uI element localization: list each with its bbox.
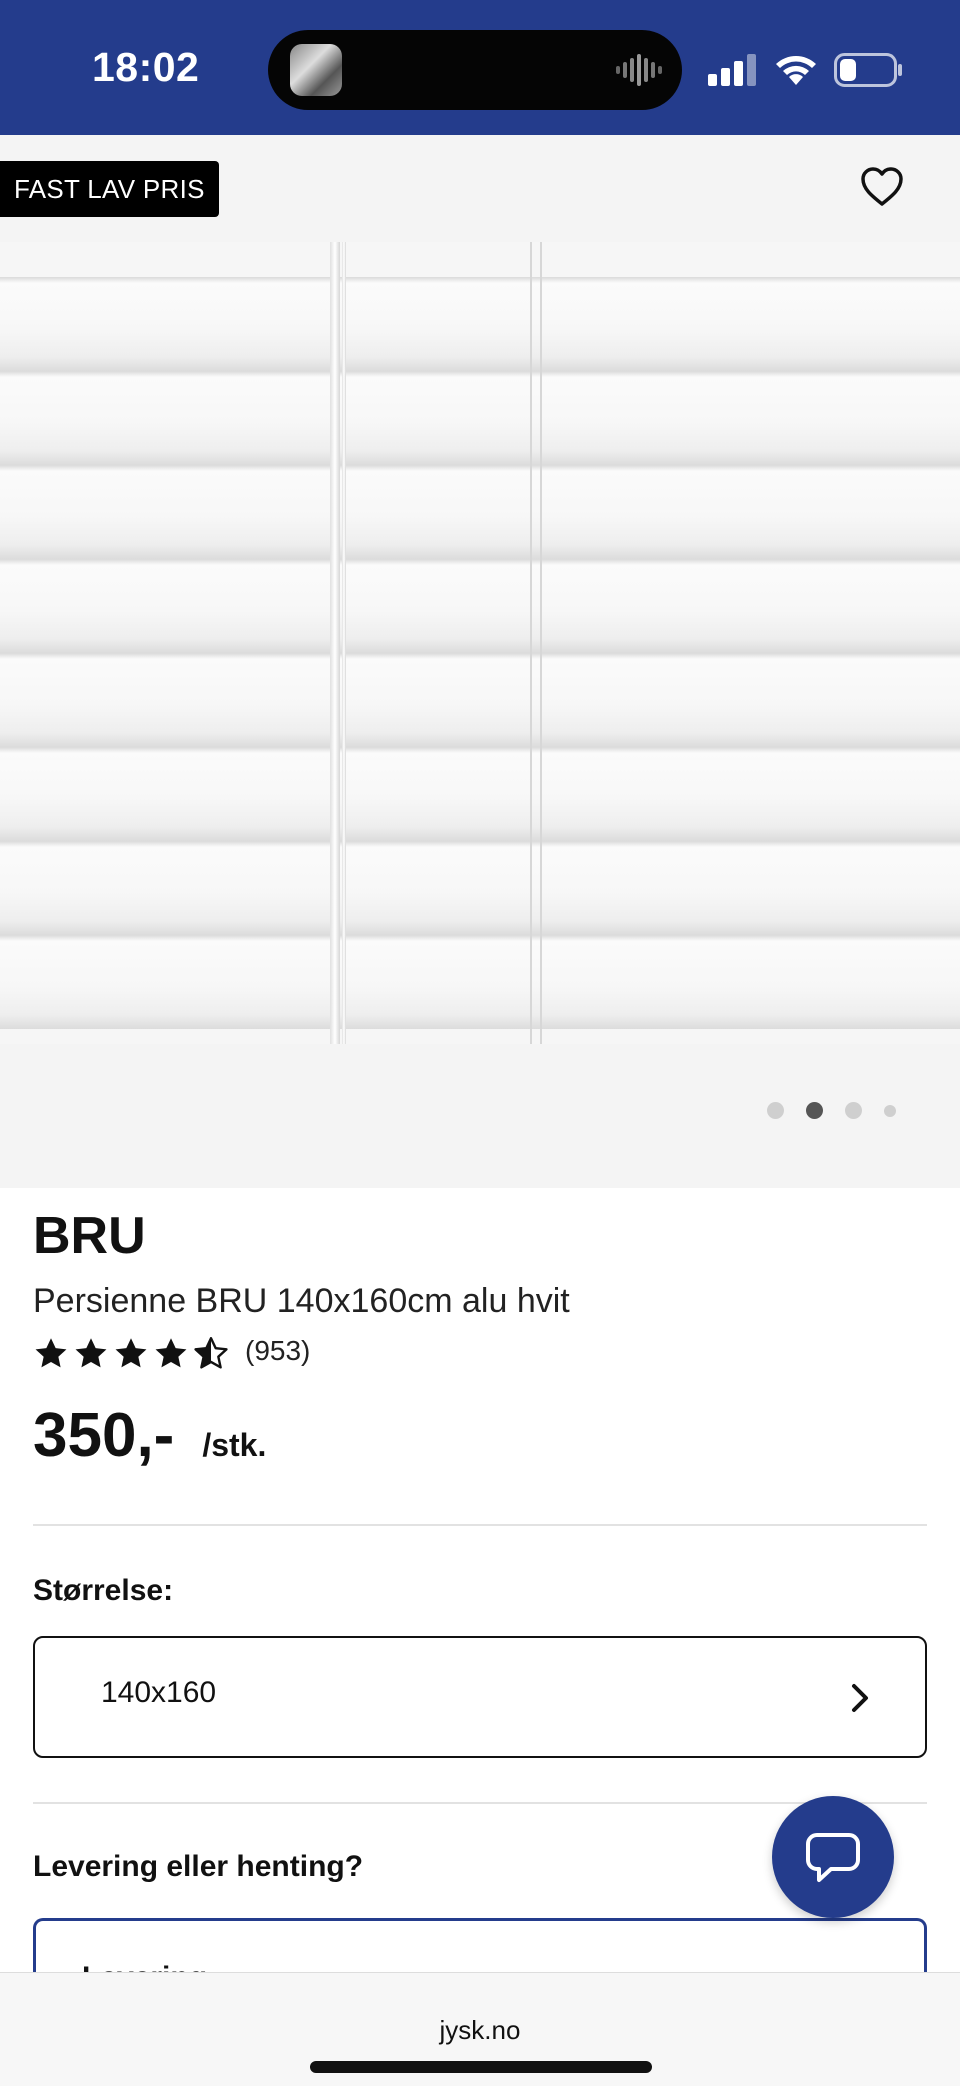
gallery-pagination bbox=[767, 1102, 896, 1119]
product-rating[interactable]: (953) bbox=[33, 1335, 311, 1372]
delivery-label: Levering eller henting? bbox=[33, 1850, 364, 1883]
product-topbar: FAST LAV PRIS bbox=[0, 135, 960, 242]
pagination-dot-active[interactable] bbox=[806, 1102, 823, 1119]
battery-icon bbox=[834, 53, 902, 87]
blind-slat bbox=[0, 653, 960, 747]
blind-cord bbox=[342, 242, 346, 1044]
status-time: 18:02 bbox=[92, 44, 200, 90]
browser-bottom-bar: jysk.no bbox=[0, 1972, 960, 2086]
chat-bubble-icon bbox=[806, 1833, 860, 1882]
dynamic-island[interactable] bbox=[268, 30, 682, 110]
now-playing-thumbnail bbox=[290, 44, 342, 96]
size-selector[interactable]: 140x160 bbox=[33, 1636, 927, 1758]
star-full-icon bbox=[115, 1338, 147, 1368]
pagination-dot[interactable] bbox=[884, 1104, 896, 1117]
blind-slat bbox=[0, 559, 960, 653]
blind-slat bbox=[0, 465, 960, 559]
product-price: 350,- bbox=[33, 1401, 175, 1470]
heart-icon[interactable] bbox=[860, 165, 904, 209]
audio-waveform-icon bbox=[616, 54, 662, 86]
divider bbox=[33, 1524, 927, 1526]
star-half-icon bbox=[194, 1337, 228, 1369]
blind-slat bbox=[0, 935, 960, 1029]
blind-slat bbox=[0, 371, 960, 465]
blind-slat bbox=[0, 277, 960, 371]
rating-stars bbox=[33, 1336, 229, 1372]
pagination-dot[interactable] bbox=[767, 1102, 784, 1119]
status-icons bbox=[708, 50, 904, 90]
price-row: 350,- /stk. bbox=[33, 1400, 266, 1471]
signal-icon bbox=[708, 54, 756, 86]
blind-cord bbox=[330, 242, 340, 1044]
chevron-right-icon bbox=[852, 1684, 868, 1712]
home-indicator[interactable] bbox=[310, 2061, 652, 2073]
url-field[interactable]: jysk.no bbox=[0, 2015, 960, 2046]
blind-ladder-string bbox=[530, 242, 532, 1044]
price-unit: /stk. bbox=[202, 1427, 267, 1463]
star-full-icon bbox=[75, 1338, 107, 1368]
star-full-icon bbox=[155, 1338, 187, 1368]
product-image-gallery[interactable] bbox=[0, 242, 960, 1188]
star-full-icon bbox=[35, 1338, 67, 1368]
wifi-icon bbox=[776, 56, 816, 85]
blind-ladder-string bbox=[540, 242, 542, 1044]
size-label: Størrelse: bbox=[33, 1574, 174, 1607]
blind-slat bbox=[0, 747, 960, 841]
product-name: Persienne BRU 140x160cm alu hvit bbox=[33, 1282, 570, 1320]
blind-slat bbox=[0, 841, 960, 935]
chat-button[interactable] bbox=[772, 1796, 894, 1918]
rating-count: (953) bbox=[245, 1335, 311, 1366]
price-badge: FAST LAV PRIS bbox=[0, 161, 219, 217]
size-value: 140x160 bbox=[101, 1676, 217, 1709]
pagination-dot[interactable] bbox=[845, 1102, 862, 1119]
product-brand: BRU bbox=[33, 1207, 146, 1265]
status-bar: 18:02 bbox=[0, 0, 960, 135]
product-image[interactable] bbox=[0, 242, 960, 1044]
divider bbox=[33, 1802, 927, 1804]
